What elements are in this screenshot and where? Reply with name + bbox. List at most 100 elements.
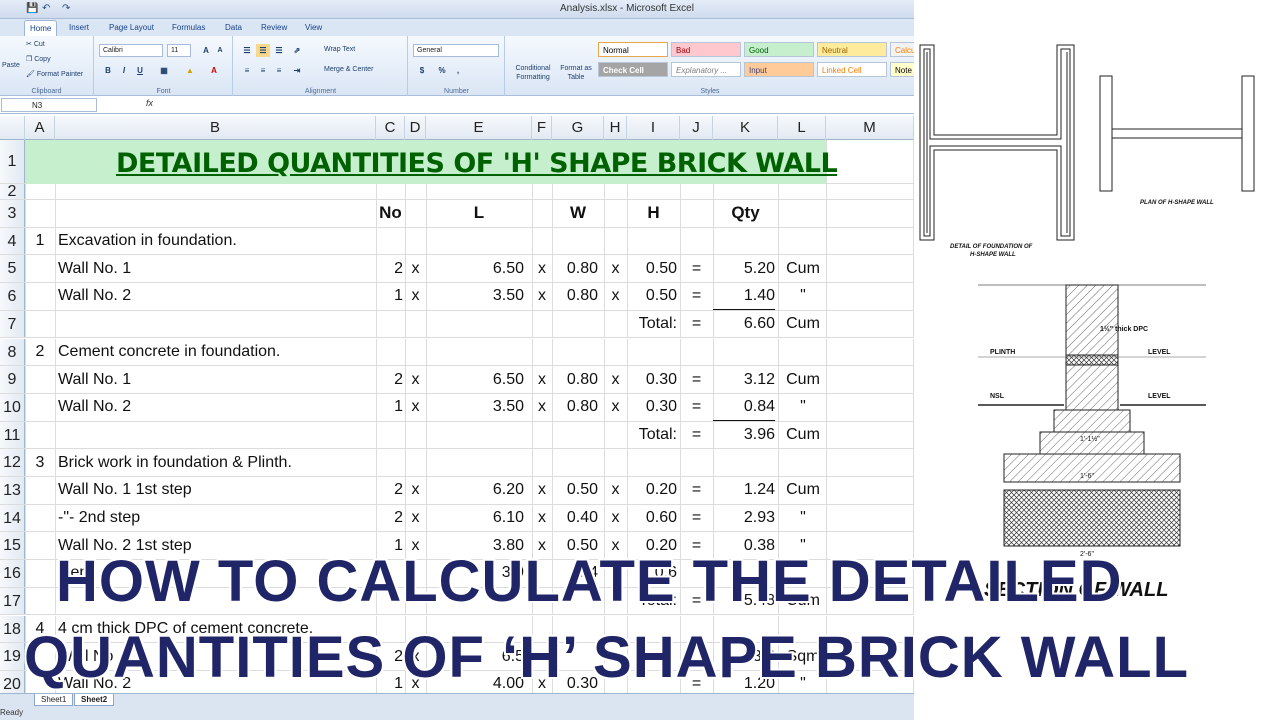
cell-c[interactable]: 1	[376, 283, 403, 310]
redo-icon[interactable]: ↷	[62, 2, 70, 16]
merge-center-button[interactable]: Merge & Center	[324, 66, 373, 73]
cell-g[interactable]: 0.50	[552, 477, 598, 504]
table-row[interactable]: 6 Wall No. 2 1 x 3.50 x 0.80 x 0.50 = 1.40 "	[0, 283, 914, 311]
cell-a[interactable]: 4	[25, 616, 55, 643]
tab-view[interactable]: View	[300, 20, 327, 36]
cell-j[interactable]: =	[680, 311, 713, 338]
cell-f[interactable]: x	[532, 671, 552, 693]
column-header[interactable]: A	[25, 116, 55, 140]
comma-button[interactable]: ,	[451, 64, 465, 77]
align-bottom-icon[interactable]: ☰	[272, 44, 286, 57]
row-header[interactable]: 18	[0, 615, 25, 643]
fx-icon[interactable]: fx	[146, 98, 153, 108]
cell-i[interactable]: 0.20	[627, 477, 677, 504]
cell-l[interactable]: "	[780, 505, 826, 532]
tab-home[interactable]: Home	[24, 20, 58, 36]
row-header[interactable]: 17	[0, 587, 25, 615]
align-top-icon[interactable]: ☰	[240, 44, 254, 57]
table-row[interactable]: 5 Wall No. 1 2 x 6.50 x 0.80 x 0.50 = 5.20 Cum	[0, 255, 914, 284]
cell-g[interactable]: 0.80	[552, 366, 598, 393]
cell-l[interactable]: "	[780, 283, 826, 310]
row-header[interactable]: 9	[0, 366, 25, 393]
style-input[interactable]: Input	[744, 62, 814, 77]
copy-button[interactable]: ❐ Copy	[26, 55, 51, 63]
table-row[interactable]: 16 step 3.9 0.4 0.6	[0, 560, 914, 588]
table-row[interactable]: 18 4 4 cm thick DPC of cement concrete.	[0, 615, 914, 644]
cell-j[interactable]: =	[680, 422, 713, 449]
cell-l[interactable]: Cum	[780, 477, 826, 504]
cell-l[interactable]: "	[780, 671, 826, 693]
cell-i[interactable]: 0.50	[627, 255, 677, 282]
cell-h[interactable]: x	[604, 532, 627, 559]
cell-i[interactable]: 0.60	[627, 505, 677, 532]
cell-j[interactable]: =	[680, 671, 713, 693]
cell-g[interactable]: 0.4	[552, 560, 598, 587]
cell-i[interactable]: Total:	[627, 422, 677, 449]
cell-c[interactable]: 2	[376, 366, 403, 393]
orientation-icon[interactable]: ⇗	[290, 44, 304, 57]
cell-j[interactable]: =	[680, 283, 713, 310]
cell-l[interactable]: "	[780, 394, 826, 421]
row-header[interactable]: 12	[0, 449, 25, 476]
cell-e[interactable]: 3.50	[426, 394, 524, 421]
cell-l[interactable]: Cum	[780, 588, 826, 615]
cell-f[interactable]: x	[532, 643, 552, 670]
row-header[interactable]: 11	[0, 421, 25, 449]
cell-g[interactable]: 0.50	[552, 532, 598, 559]
cell-i[interactable]: 0.30	[627, 366, 677, 393]
name-box[interactable]: N3	[1, 98, 97, 112]
row-header[interactable]: 13	[0, 477, 25, 504]
row-header[interactable]: 20	[0, 670, 25, 693]
cell-g[interactable]: 0.40	[552, 505, 598, 532]
format-painter-button[interactable]: 🖌 Format Painter	[26, 70, 83, 78]
row-header[interactable]: 4	[0, 227, 25, 255]
row-header[interactable]: 15	[0, 532, 25, 560]
title-cell[interactable]: DETAILED QUANTITIES OF 'H' SHAPE BRICK W…	[26, 140, 838, 184]
currency-button[interactable]: $	[415, 64, 429, 77]
paste-button[interactable]: Paste	[2, 62, 20, 69]
style-good[interactable]: Good	[744, 42, 814, 57]
cell-k[interactable]: 0.84	[713, 394, 775, 421]
sheet-tab-sheet2[interactable]: Sheet2	[74, 694, 115, 706]
fill-color-icon[interactable]: ▲	[183, 64, 197, 77]
select-all-corner[interactable]	[0, 116, 25, 140]
cell-d[interactable]: x	[405, 477, 426, 504]
cell-j[interactable]: =	[680, 588, 713, 615]
cell-c[interactable]: 1	[376, 532, 403, 559]
header-w[interactable]: W	[552, 200, 604, 227]
cell-f[interactable]: x	[532, 532, 552, 559]
cell-i[interactable]: 0.50	[627, 283, 677, 310]
row-header[interactable]: 6	[0, 283, 25, 310]
header-l[interactable]: L	[426, 200, 532, 227]
cell-b[interactable]: Wall No	[58, 643, 376, 670]
cell-b[interactable]: Excavation in foundation.	[58, 228, 376, 255]
table-row[interactable]: 12 3 Brick work in foundation & Plinth.	[0, 449, 914, 477]
column-header[interactable]: B	[55, 116, 376, 140]
wrap-text-button[interactable]: Wrap Text	[324, 46, 355, 53]
cut-button[interactable]: ✂ Cut	[26, 40, 45, 48]
cell-b[interactable]: -"- 2nd step	[58, 505, 376, 532]
cell-k[interactable]: 2.93	[713, 505, 775, 532]
bold-button[interactable]: B	[101, 64, 115, 77]
tab-review[interactable]: Review	[256, 20, 292, 36]
save-icon[interactable]: 💾	[26, 2, 38, 16]
tab-insert[interactable]: Insert	[64, 20, 94, 36]
cell-g[interactable]: 0.80	[552, 394, 598, 421]
table-row[interactable]: 15 Wall No. 2 1st step 1 x 3.80 x 0.50 x 0.20 = 0.…	[0, 532, 914, 561]
cell-b[interactable]: Wall No. 2	[58, 671, 376, 693]
table-row[interactable]: 1 DETAILED QUANTITIES OF 'H' SHAPE BRICK …	[0, 140, 914, 184]
cell-d[interactable]: x	[405, 505, 426, 532]
cell-e[interactable]: 6.10	[426, 505, 524, 532]
cell-k[interactable]: 3.96	[713, 422, 775, 449]
cell-j[interactable]: =	[680, 394, 713, 421]
align-left-icon[interactable]: ≡	[240, 64, 254, 77]
row-header[interactable]: 5	[0, 255, 25, 283]
cell-e[interactable]: 6.5	[426, 643, 524, 670]
cell-a[interactable]: 1	[25, 228, 55, 255]
column-header[interactable]: D	[405, 116, 426, 140]
cell-k[interactable]: 0.38	[713, 532, 775, 559]
cell-d[interactable]: x	[405, 394, 426, 421]
style-neutral[interactable]: Neutral	[817, 42, 887, 57]
table-row[interactable]: 19 Wall No 2 x 6.5 x 3.6 Sqm	[0, 643, 914, 671]
cell-f[interactable]: x	[532, 255, 552, 282]
